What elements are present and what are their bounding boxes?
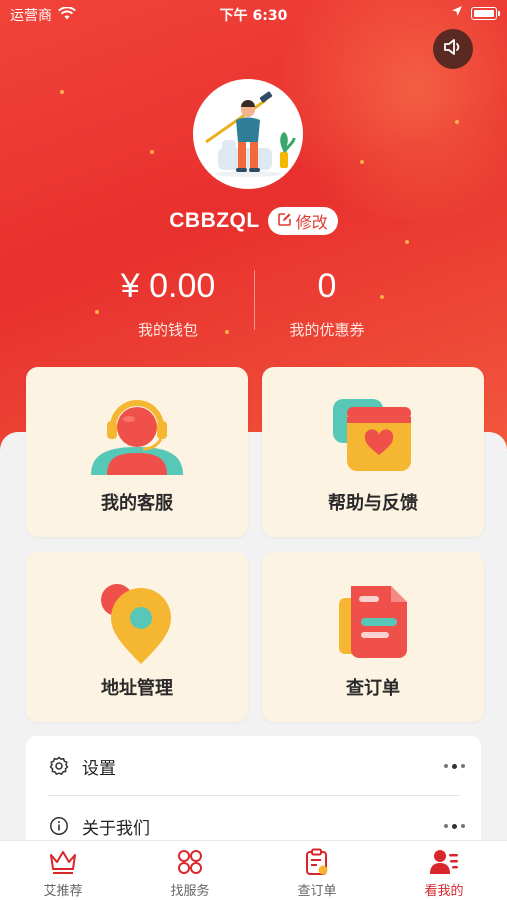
profile-icon xyxy=(428,847,460,877)
speaker-icon xyxy=(442,37,464,61)
card-label: 地址管理 xyxy=(101,678,173,699)
card-customer-service[interactable]: 我的客服 xyxy=(26,367,248,537)
tab-label: 找服务 xyxy=(170,884,210,899)
more-dots-icon xyxy=(444,823,465,829)
card-order-lookup[interactable]: 查订单 xyxy=(262,552,484,722)
tab-label: 艾推荐 xyxy=(43,884,83,899)
speaker-button[interactable] xyxy=(433,29,473,69)
tab-label: 查订单 xyxy=(297,884,337,899)
crown-icon xyxy=(47,847,79,877)
coupon-count: 0 xyxy=(317,267,337,305)
card-label: 我的客服 xyxy=(101,493,173,514)
card-help-feedback[interactable]: 帮助与反馈 xyxy=(262,367,484,537)
tab-orders[interactable]: 查订单 xyxy=(254,841,380,900)
location-arrow-icon xyxy=(451,5,463,21)
tab-find-service[interactable]: 找服务 xyxy=(127,841,253,900)
customer-service-icon xyxy=(89,395,185,481)
status-bar: 运营商 下午 6:30 xyxy=(0,0,507,28)
menu-label: 关于我们 xyxy=(82,818,150,839)
clock: 下午 6:30 xyxy=(219,8,288,24)
menu-item-settings[interactable]: 设置 xyxy=(26,736,481,796)
address-pin-icon xyxy=(97,582,177,670)
card-label: 帮助与反馈 xyxy=(328,493,418,514)
username: CBBZQL xyxy=(169,209,260,232)
card-label: 查订单 xyxy=(346,678,400,699)
edit-label: 修改 xyxy=(295,213,328,232)
battery-icon xyxy=(471,6,500,20)
help-feedback-icon xyxy=(331,397,415,479)
gear-icon xyxy=(48,755,70,777)
order-document-icon xyxy=(337,584,409,664)
avatar[interactable] xyxy=(193,79,303,189)
bottom-tab-bar: 艾推荐 找服务 查订单 看我的 xyxy=(0,840,507,900)
menu-label: 设置 xyxy=(82,758,116,779)
info-icon xyxy=(48,815,70,837)
tab-recommend[interactable]: 艾推荐 xyxy=(0,841,126,900)
clipboard-order-icon xyxy=(301,847,333,877)
coupon-label: 我的优惠券 xyxy=(289,321,365,339)
avatar-illustration xyxy=(196,82,300,186)
tab-mine[interactable]: 看我的 xyxy=(381,841,507,900)
coupon-stat[interactable]: 0 我的优惠券 xyxy=(222,262,432,340)
edit-profile-button[interactable]: 修改 xyxy=(267,207,338,235)
profile-name-row: CBBZQL 修改 xyxy=(0,204,507,238)
tab-label: 看我的 xyxy=(424,884,464,899)
account-stats: ¥ 0.00 我的钱包 0 我的优惠券 xyxy=(0,262,507,342)
more-dots-icon xyxy=(444,763,465,769)
edit-icon xyxy=(277,212,292,231)
card-address-management[interactable]: 地址管理 xyxy=(26,552,248,722)
settings-menu: 设置 关于我们 xyxy=(26,736,481,856)
grid-services-icon xyxy=(174,847,206,877)
